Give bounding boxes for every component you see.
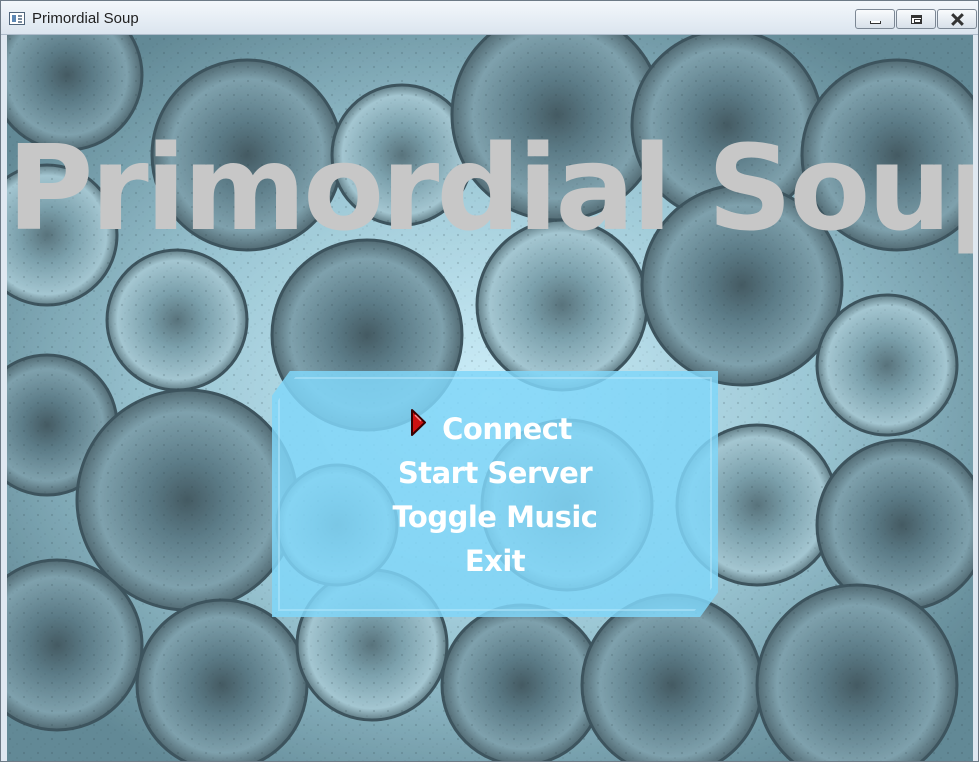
game-viewport: Primordial Soup Connect Start Server Tog… bbox=[7, 35, 973, 761]
main-menu-panel: Connect Start Server Toggle Music Exit bbox=[272, 371, 718, 617]
maximize-button[interactable] bbox=[896, 9, 936, 29]
menu-item-toggle-music[interactable]: Toggle Music bbox=[272, 497, 718, 537]
window-title: Primordial Soup bbox=[32, 10, 139, 27]
close-button[interactable] bbox=[937, 9, 977, 29]
app-icon[interactable] bbox=[9, 12, 25, 25]
close-icon bbox=[951, 13, 964, 26]
game-window: Primordial Soup Primordial Soup Connect … bbox=[0, 0, 979, 762]
minimize-button[interactable] bbox=[855, 9, 895, 29]
title-bar[interactable]: Primordial Soup bbox=[1, 1, 978, 35]
game-title: Primordial Soup bbox=[7, 119, 973, 257]
maximize-icon bbox=[910, 14, 922, 24]
menu-item-start-server[interactable]: Start Server bbox=[272, 453, 718, 493]
menu-item-connect[interactable]: Connect bbox=[272, 409, 718, 449]
menu-item-exit[interactable]: Exit bbox=[272, 541, 718, 581]
minimize-icon bbox=[869, 21, 881, 24]
